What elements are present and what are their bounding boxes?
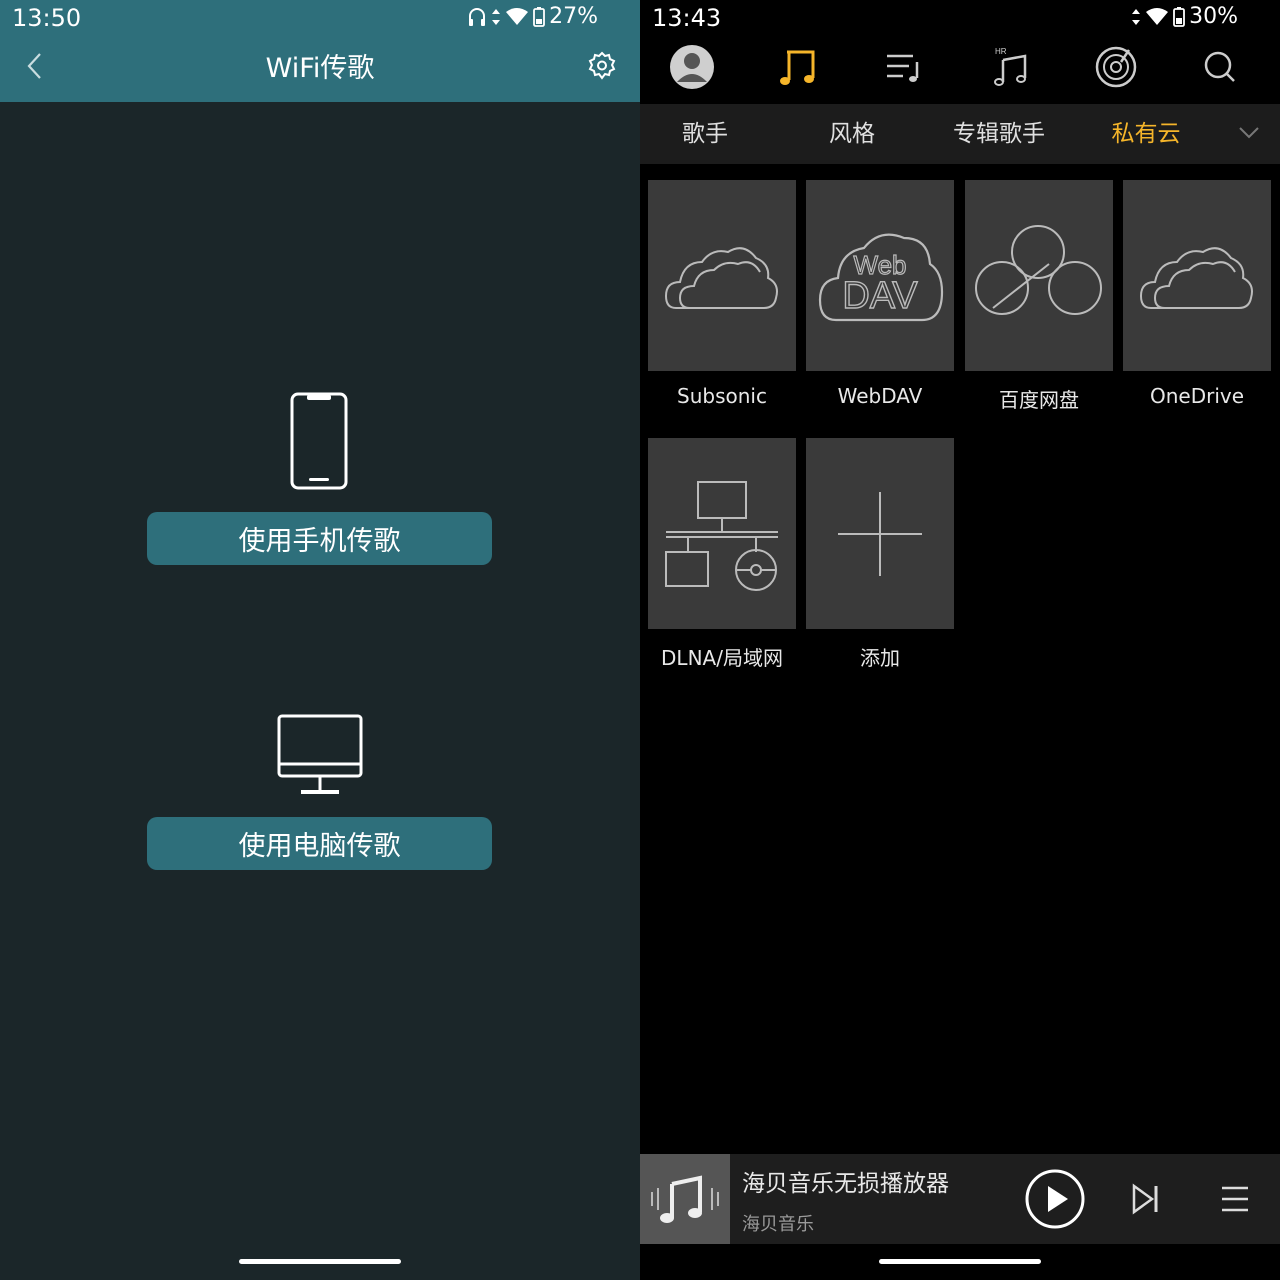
tile-label-baidu: 百度网盘 — [999, 388, 1079, 412]
cloud-icon — [1139, 247, 1253, 309]
tile-label-dlna: DLNA/局域网 — [661, 646, 783, 670]
play-button[interactable] — [1024, 1168, 1086, 1230]
gear-icon[interactable] — [586, 50, 618, 82]
tab-artist[interactable]: 歌手 — [635, 104, 775, 164]
network-icon — [665, 481, 778, 591]
tile-baidu[interactable] — [965, 180, 1113, 371]
playlist-icon[interactable] — [881, 44, 927, 90]
tab-private-cloud[interactable]: 私有云 — [1076, 104, 1216, 164]
wifi-icon — [1146, 7, 1169, 25]
mini-player[interactable]: 海贝音乐无损播放器 海贝音乐 — [640, 1154, 1280, 1244]
track-artist: 海贝音乐 — [742, 1214, 814, 1235]
tile-label-add: 添加 — [860, 646, 900, 670]
battery-percent: 27% — [549, 4, 598, 29]
smartphone-icon — [290, 392, 348, 490]
data-arrows-icon — [492, 8, 501, 25]
status-icons: 30% — [1131, 4, 1238, 29]
battery-icon — [533, 6, 545, 27]
home-indicator[interactable] — [879, 1259, 1041, 1264]
tile-label-webdav: WebDAV — [837, 384, 923, 408]
use-pc-button[interactable]: 使用电脑传歌 — [147, 817, 492, 870]
battery-icon — [1173, 6, 1185, 27]
tile-subsonic[interactable] — [648, 180, 796, 371]
music-note-icon — [651, 1175, 719, 1223]
tile-label-onedrive: OneDrive — [1149, 384, 1245, 408]
battery-percent: 30% — [1189, 4, 1238, 29]
search-icon[interactable] — [1197, 44, 1243, 90]
tab-genre[interactable]: 风格 — [782, 104, 922, 164]
status-time: 13:43 — [652, 4, 722, 32]
webdav-cloud-icon: Web DAV — [818, 233, 944, 322]
data-arrows-icon — [1132, 8, 1141, 25]
playlist-menu-button[interactable] — [1220, 1184, 1250, 1214]
music-note-icon[interactable] — [775, 44, 821, 90]
avatar-icon[interactable] — [669, 44, 715, 90]
hr-badge: HR — [995, 47, 1007, 56]
chevron-down-icon[interactable] — [1238, 126, 1260, 140]
tile-webdav[interactable]: Web DAV — [806, 180, 954, 371]
monitor-icon — [277, 714, 363, 794]
vinyl-icon[interactable] — [1093, 44, 1139, 90]
webdav-logo-dav: DAV — [842, 275, 918, 317]
next-track-button[interactable] — [1130, 1182, 1160, 1216]
tile-dlna[interactable] — [648, 438, 796, 629]
headphones-icon — [469, 7, 486, 26]
tile-label-subsonic: Subsonic — [677, 384, 767, 408]
top-app-bar: 13:50 27% WiFi传歌 — [0, 0, 640, 102]
hr-music-icon[interactable]: HR — [987, 44, 1033, 90]
use-phone-button[interactable]: 使用手机传歌 — [147, 512, 492, 565]
status-icons: 27% — [467, 4, 598, 29]
category-tabs: 歌手 风格 专辑歌手 私有云 — [640, 104, 1280, 164]
cloud-icon — [664, 247, 778, 309]
tile-add[interactable] — [806, 438, 954, 629]
wifi-transfer-screen: 13:50 27% WiFi传歌 使用手机传歌 使用电脑传歌 — [0, 0, 640, 1280]
wifi-icon — [506, 7, 529, 25]
tile-onedrive[interactable] — [1123, 180, 1271, 371]
track-title: 海贝音乐无损播放器 — [742, 1171, 949, 1197]
home-indicator[interactable] — [239, 1259, 401, 1264]
status-time: 13:50 — [12, 4, 82, 32]
page-title: WiFi传歌 — [265, 53, 375, 84]
baidu-netdisk-icon — [975, 225, 1102, 315]
music-library-screen: 13:43 30% HR 歌手 风格 专辑歌手 私有云 Subsonic Web… — [640, 0, 1280, 1280]
album-cover[interactable] — [640, 1154, 730, 1244]
tab-album-artist[interactable]: 专辑歌手 — [929, 104, 1069, 164]
plus-icon — [838, 492, 922, 576]
